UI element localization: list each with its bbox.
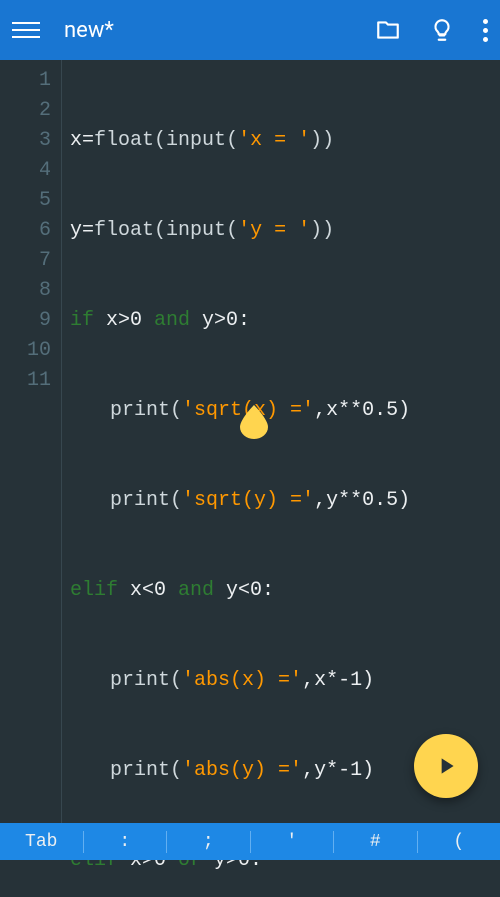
line-number: 4: [0, 156, 51, 186]
editor-area: 1 2 3 4 5 6 7 8 9 10 11 x=float(input('x…: [0, 60, 500, 860]
shortcut-bar: Tab : ; ' # (: [0, 823, 500, 860]
code-editor[interactable]: 1 2 3 4 5 6 7 8 9 10 11 x=float(input('x…: [0, 60, 500, 860]
code-line: x=float(input('x = ')): [70, 126, 410, 156]
file-title: new*: [64, 18, 375, 43]
code-line: elif x<0 and y<0:: [70, 576, 410, 606]
line-number: 8: [0, 276, 51, 306]
key-colon[interactable]: :: [84, 832, 167, 852]
app-header: new*: [0, 0, 500, 60]
divider: [83, 831, 84, 853]
code-line: print('sqrt(x) =',x**0.5): [70, 396, 410, 426]
bulb-icon[interactable]: [429, 17, 455, 43]
divider: [333, 831, 334, 853]
menu-icon[interactable]: [12, 16, 40, 44]
folder-icon[interactable]: [375, 17, 401, 43]
code-content[interactable]: x=float(input('x = ')) y=float(input('y …: [62, 60, 410, 860]
line-number: 11: [0, 366, 51, 396]
divider: [166, 831, 167, 853]
line-number: 7: [0, 246, 51, 276]
header-actions: [375, 17, 488, 43]
line-number: 9: [0, 306, 51, 336]
key-quote[interactable]: ': [251, 832, 334, 852]
divider: [417, 831, 418, 853]
line-number: 5: [0, 186, 51, 216]
code-line: print('abs(x) =',x*-1): [70, 666, 410, 696]
code-line: y=float(input('y = ')): [70, 216, 410, 246]
line-number: 6: [0, 216, 51, 246]
line-number: 2: [0, 96, 51, 126]
key-semicolon[interactable]: ;: [167, 832, 250, 852]
line-number: 3: [0, 126, 51, 156]
divider: [250, 831, 251, 853]
line-number: 10: [0, 336, 51, 366]
code-line: print('sqrt(y) =',y**0.5): [70, 486, 410, 516]
key-hash[interactable]: #: [334, 832, 417, 852]
key-paren[interactable]: (: [418, 832, 500, 852]
line-number: 1: [0, 66, 51, 96]
key-tab[interactable]: Tab: [0, 832, 83, 852]
code-line: if x>0 and y>0:: [70, 306, 410, 336]
line-gutter: 1 2 3 4 5 6 7 8 9 10 11: [0, 60, 62, 860]
code-line: print('abs(y) =',y*-1): [70, 756, 410, 786]
run-button[interactable]: [414, 734, 478, 798]
play-icon: [433, 753, 459, 779]
more-icon[interactable]: [483, 19, 488, 42]
